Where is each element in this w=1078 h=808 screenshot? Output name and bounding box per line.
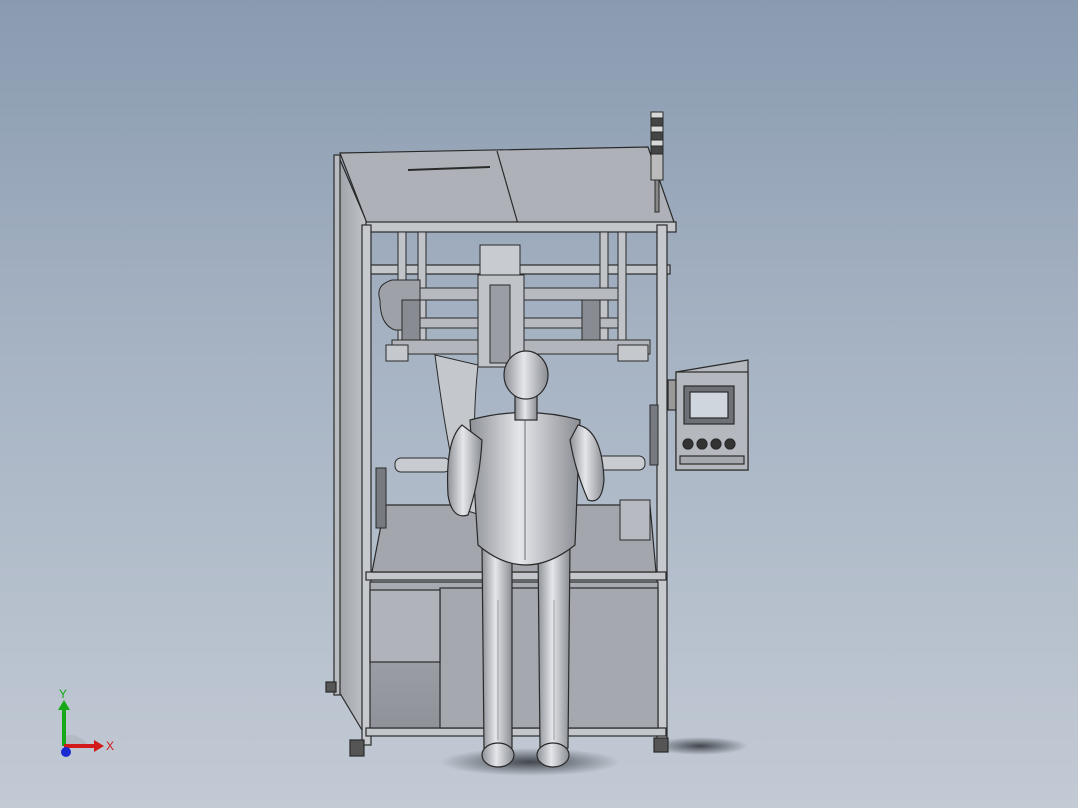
foot-right	[653, 737, 669, 753]
foot-left	[349, 739, 365, 757]
coordinate-triad: Y X	[58, 687, 114, 757]
cylinder-left	[394, 457, 451, 473]
control-button-1[interactable]	[682, 438, 694, 450]
z-axis-dot	[61, 747, 71, 757]
hmi-screen[interactable]	[689, 391, 729, 419]
y-axis-label: Y	[59, 687, 67, 701]
floor-shadow	[440, 748, 620, 776]
cad-model-scene[interactable]	[0, 0, 1078, 808]
mannequin-leg-left	[481, 544, 513, 749]
graphics-viewport[interactable]: Y X	[0, 0, 1078, 808]
control-panel[interactable]	[667, 359, 749, 471]
control-button-4[interactable]	[724, 438, 736, 450]
control-button-3[interactable]	[710, 438, 722, 450]
control-button-2[interactable]	[696, 438, 708, 450]
mannequin-head	[503, 350, 549, 400]
x-axis-label: X	[106, 739, 114, 753]
